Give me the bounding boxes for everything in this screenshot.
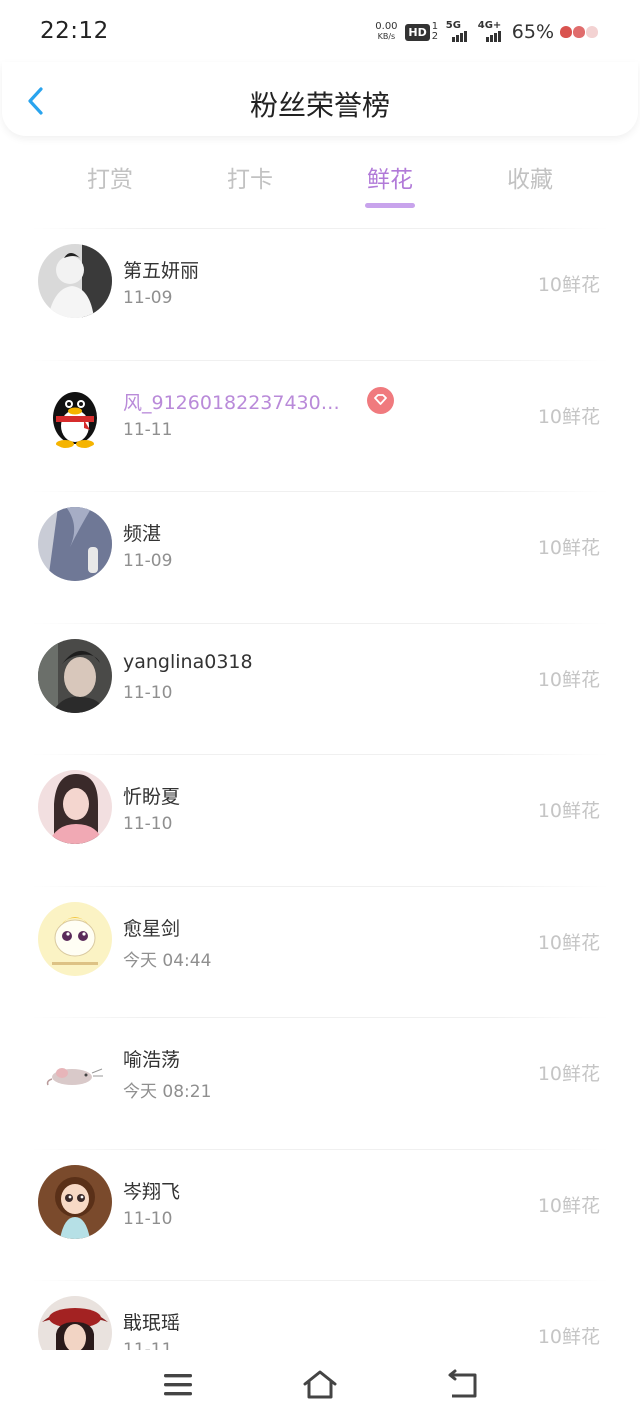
fan-name: yanglina0318 — [123, 650, 253, 673]
avatar[interactable] — [38, 1296, 112, 1350]
battery-icon — [560, 26, 598, 38]
hd-sim-number: 1 2 — [431, 21, 439, 42]
battery-percent: 65% — [511, 21, 554, 43]
network-speed: 0.00 KB/s — [375, 21, 398, 42]
tab-flowers[interactable]: 鲜花 — [320, 150, 460, 212]
fan-amount: 10鲜花 — [537, 1326, 600, 1348]
fan-date: 11-11 — [123, 1340, 173, 1350]
fan-date: 今天 04:44 — [123, 950, 212, 971]
fan-name: 戢珉瑶 — [123, 1312, 181, 1334]
status-bar: 22:12 0.00 KB/s HD 1 2 5G 4G+ 65% — [0, 0, 640, 62]
fan-name: 愈星剑 — [123, 917, 181, 940]
fan-date: 11-10 — [123, 682, 173, 703]
tab-checkin[interactable]: 打卡 — [180, 150, 320, 212]
avatar[interactable] — [38, 507, 112, 581]
fan-amount: 10鲜花 — [537, 537, 600, 559]
list-item[interactable]: 戢珉瑶 11-11 10鲜花 — [0, 1280, 640, 1350]
fan-amount: 10鲜花 — [537, 405, 600, 428]
fan-amount: 10鲜花 — [537, 274, 600, 296]
fan-name: 风_91260182237430… — [123, 391, 340, 414]
fan-date: 11-09 — [123, 551, 173, 571]
photo-person-pink-icon — [38, 770, 112, 844]
cartoon-doll-icon — [38, 1164, 112, 1239]
photo-person-blue-icon — [38, 507, 112, 581]
fan-date: 今天 08:21 — [123, 1082, 212, 1102]
cartoon-mouse-icon — [46, 1068, 103, 1086]
fan-name: 岑翔飞 — [123, 1180, 181, 1203]
photo-person-dark-icon — [38, 638, 112, 713]
fan-amount: 10鲜花 — [537, 800, 600, 822]
menu-icon[interactable] — [160, 1368, 196, 1402]
avatar[interactable] — [38, 770, 112, 844]
system-nav-bar — [0, 1350, 640, 1423]
avatar[interactable] — [38, 375, 112, 450]
fan-name: 第五妍丽 — [123, 260, 200, 282]
fan-amount: 10鲜花 — [537, 668, 600, 691]
home-icon[interactable] — [302, 1368, 338, 1402]
penguin-icon — [53, 391, 97, 448]
avatar[interactable] — [38, 638, 112, 713]
avatar[interactable] — [38, 901, 112, 976]
fan-amount: 10鲜花 — [537, 931, 600, 954]
fan-name: 忻盼夏 — [123, 786, 181, 808]
avatar[interactable] — [38, 244, 112, 318]
photo-bw-person-icon — [38, 244, 112, 318]
page-title: 粉丝荣誉榜 — [249, 89, 390, 122]
status-icons: 0.00 KB/s HD 1 2 5G 4G+ 65% — [373, 18, 598, 46]
fan-name: 频湛 — [123, 523, 162, 545]
fan-date: 11-10 — [123, 814, 173, 834]
fan-amount: 10鲜花 — [537, 1063, 600, 1085]
tab-tip[interactable]: 打赏 — [40, 150, 180, 212]
fan-amount: 10鲜花 — [537, 1194, 600, 1217]
list-item[interactable]: 忻盼夏 11-10 10鲜花 — [0, 754, 640, 886]
tab-bar: 打赏 打卡 鲜花 收藏 — [40, 150, 600, 212]
avatar[interactable] — [38, 1033, 112, 1107]
avatar[interactable] — [38, 1164, 112, 1239]
list-item[interactable]: 岑翔飞 11-10 10鲜花 — [0, 1148, 640, 1281]
tab-favorites[interactable]: 收藏 — [460, 150, 600, 212]
photo-woman-hat-icon — [38, 1296, 112, 1350]
diamond-vip-icon — [367, 386, 394, 414]
header: 粉丝荣誉榜 — [2, 62, 638, 136]
signal-4g-icon: 4G+ — [478, 20, 506, 42]
fan-list: 第五妍丽 11-09 10鲜花 风_91260182237430… 11-11 … — [0, 228, 640, 1350]
hd-icon: HD — [405, 23, 430, 41]
signal-5g-icon: 5G — [446, 20, 472, 42]
tab-active-indicator — [365, 203, 415, 208]
fan-date: 11-10 — [123, 1208, 173, 1229]
cartoon-egg-icon — [38, 901, 112, 976]
list-item[interactable]: 风_91260182237430… 11-11 10鲜花 — [0, 359, 640, 492]
list-item[interactable]: 频湛 11-09 10鲜花 — [0, 491, 640, 623]
back-nav-icon[interactable] — [444, 1368, 480, 1402]
list-item[interactable]: 愈星剑 今天 04:44 10鲜花 — [0, 885, 640, 1018]
fan-date: 11-11 — [123, 419, 173, 440]
fan-date: 11-09 — [123, 288, 173, 308]
fan-name: 喻浩荡 — [123, 1049, 181, 1071]
list-item[interactable]: yanglina0318 11-10 10鲜花 — [0, 622, 640, 755]
status-time: 22:12 — [40, 18, 109, 44]
list-item[interactable]: 喻浩荡 今天 08:21 10鲜花 — [0, 1017, 640, 1149]
list-item[interactable]: 第五妍丽 11-09 10鲜花 — [0, 228, 640, 360]
